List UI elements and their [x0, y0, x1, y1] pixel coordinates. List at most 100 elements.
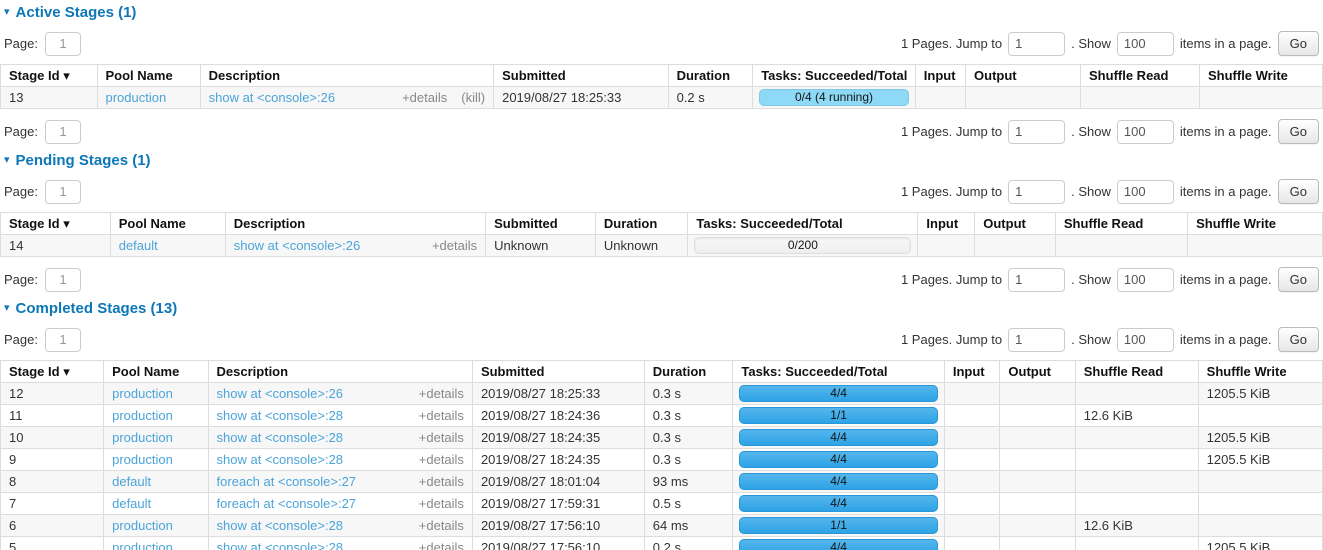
column-header-stage-id[interactable]: Stage Id ▾ — [1, 65, 98, 87]
page-number-input[interactable] — [45, 328, 81, 352]
description-link[interactable]: show at <console>:26 — [209, 90, 388, 105]
column-header-output[interactable]: Output — [1000, 361, 1075, 383]
column-header-description[interactable]: Description — [200, 65, 493, 87]
description-link[interactable]: foreach at <console>:27 — [217, 474, 405, 489]
column-header-stage-id[interactable]: Stage Id ▾ — [1, 213, 111, 235]
submitted-cell: 2019/08/27 18:24:36 — [472, 405, 644, 427]
go-button[interactable]: Go — [1278, 267, 1319, 292]
shuffle-write-cell: 1205.5 KiB — [1198, 537, 1322, 550]
go-button[interactable]: Go — [1278, 327, 1319, 352]
go-button[interactable]: Go — [1278, 31, 1319, 56]
column-header-submitted[interactable]: Submitted — [472, 361, 644, 383]
description-link[interactable]: show at <console>:28 — [217, 518, 405, 533]
description-link[interactable]: show at <console>:28 — [217, 430, 405, 445]
column-header-duration[interactable]: Duration — [668, 65, 753, 87]
column-header-pool-name[interactable]: Pool Name — [110, 213, 225, 235]
description-wrap: show at <console>:28 +details — [217, 540, 464, 550]
completed-stages-heading[interactable]: ▾ Completed Stages (13) — [4, 300, 1323, 317]
details-toggle[interactable]: +details — [419, 496, 464, 511]
stage-id-cell: 6 — [1, 515, 104, 537]
show-items-input[interactable] — [1117, 120, 1174, 144]
details-toggle[interactable]: +details — [419, 386, 464, 401]
show-items-input[interactable] — [1117, 268, 1174, 292]
column-header-input[interactable]: Input — [915, 65, 965, 87]
column-header-output[interactable]: Output — [975, 213, 1056, 235]
column-header-input[interactable]: Input — [944, 361, 1000, 383]
tasks-cell: 4/4 — [733, 427, 945, 449]
column-header-description[interactable]: Description — [225, 213, 485, 235]
tasks-progress-label: 4/4 — [740, 430, 937, 445]
show-items-input[interactable] — [1117, 180, 1174, 204]
show-items-input[interactable] — [1117, 32, 1174, 56]
pending-stages-heading[interactable]: ▾ Pending Stages (1) — [4, 152, 1323, 169]
details-toggle[interactable]: +details — [419, 408, 464, 423]
pool-name-link[interactable]: default — [112, 474, 151, 489]
column-header-pool-name[interactable]: Pool Name — [104, 361, 208, 383]
pool-name-link[interactable]: production — [112, 430, 173, 445]
description-link[interactable]: foreach at <console>:27 — [217, 496, 405, 511]
column-header-shuffle-write[interactable]: Shuffle Write — [1188, 213, 1323, 235]
column-header-duration[interactable]: Duration — [595, 213, 688, 235]
page-number-input[interactable] — [45, 120, 81, 144]
column-header-stage-id[interactable]: Stage Id ▾ — [1, 361, 104, 383]
column-header-tasks-succeeded-total[interactable]: Tasks: Succeeded/Total — [688, 213, 918, 235]
description-link[interactable]: show at <console>:28 — [217, 452, 405, 467]
column-header-pool-name[interactable]: Pool Name — [97, 65, 200, 87]
page-number-input[interactable] — [45, 180, 81, 204]
jump-to-page-input[interactable] — [1008, 328, 1065, 352]
pool-name-link[interactable]: production — [112, 408, 173, 423]
pool-name-link[interactable]: default — [119, 238, 158, 253]
page-number-input[interactable] — [45, 268, 81, 292]
description-wrap: foreach at <console>:27 +details — [217, 496, 464, 511]
description-link[interactable]: show at <console>:28 — [217, 408, 405, 423]
description-link[interactable]: show at <console>:26 — [234, 238, 418, 253]
pool-name-link[interactable]: production — [106, 90, 167, 105]
jump-to-page-input[interactable] — [1008, 268, 1065, 292]
column-header-shuffle-write[interactable]: Shuffle Write — [1198, 361, 1322, 383]
pool-name-link[interactable]: default — [112, 496, 151, 511]
column-header-output[interactable]: Output — [966, 65, 1081, 87]
duration-cell: 93 ms — [644, 471, 733, 493]
stage-id-cell: 10 — [1, 427, 104, 449]
details-toggle[interactable]: +details — [419, 518, 464, 533]
active-stages-heading[interactable]: ▾ Active Stages (1) — [4, 4, 1323, 21]
column-header-tasks-succeeded-total[interactable]: Tasks: Succeeded/Total — [733, 361, 945, 383]
details-toggle[interactable]: +details — [402, 90, 447, 105]
column-header-submitted[interactable]: Submitted — [486, 213, 596, 235]
description-link[interactable]: show at <console>:26 — [217, 386, 405, 401]
go-button[interactable]: Go — [1278, 179, 1319, 204]
column-header-duration[interactable]: Duration — [644, 361, 733, 383]
show-items-input[interactable] — [1117, 328, 1174, 352]
collapse-arrow-icon: ▾ — [4, 153, 10, 168]
column-header-description[interactable]: Description — [208, 361, 472, 383]
pool-name-link[interactable]: production — [112, 540, 173, 550]
pool-name-link[interactable]: production — [112, 518, 173, 533]
page-number-input[interactable] — [45, 32, 81, 56]
details-toggle[interactable]: +details — [419, 430, 464, 445]
details-toggle[interactable]: +details — [419, 452, 464, 467]
description-link[interactable]: show at <console>:28 — [217, 540, 405, 550]
output-cell — [1000, 405, 1075, 427]
stage-row: 9productionshow at <console>:28+details2… — [1, 449, 1323, 471]
column-header-input[interactable]: Input — [918, 213, 975, 235]
jump-to-page-input[interactable] — [1008, 120, 1065, 144]
details-toggle[interactable]: +details — [419, 540, 464, 550]
column-header-tasks-succeeded-total[interactable]: Tasks: Succeeded/Total — [753, 65, 916, 87]
duration-cell: 0.2 s — [644, 537, 733, 550]
column-header-submitted[interactable]: Submitted — [494, 65, 669, 87]
shuffle-write-cell: 1205.5 KiB — [1198, 427, 1322, 449]
stage-row: 5productionshow at <console>:28+details2… — [1, 537, 1323, 550]
kill-link[interactable]: (kill) — [461, 90, 485, 105]
details-toggle[interactable]: +details — [419, 474, 464, 489]
pool-name-link[interactable]: production — [112, 452, 173, 467]
jump-to-page-input[interactable] — [1008, 180, 1065, 204]
go-button[interactable]: Go — [1278, 119, 1319, 144]
column-header-shuffle-read[interactable]: Shuffle Read — [1075, 361, 1198, 383]
jump-to-page-input[interactable] — [1008, 32, 1065, 56]
column-header-shuffle-read[interactable]: Shuffle Read — [1055, 213, 1187, 235]
pool-name-link[interactable]: production — [112, 386, 173, 401]
header-row: Stage Id ▾Pool NameDescriptionSubmittedD… — [1, 65, 1323, 87]
column-header-shuffle-read[interactable]: Shuffle Read — [1081, 65, 1200, 87]
details-toggle[interactable]: +details — [432, 238, 477, 253]
column-header-shuffle-write[interactable]: Shuffle Write — [1199, 65, 1322, 87]
